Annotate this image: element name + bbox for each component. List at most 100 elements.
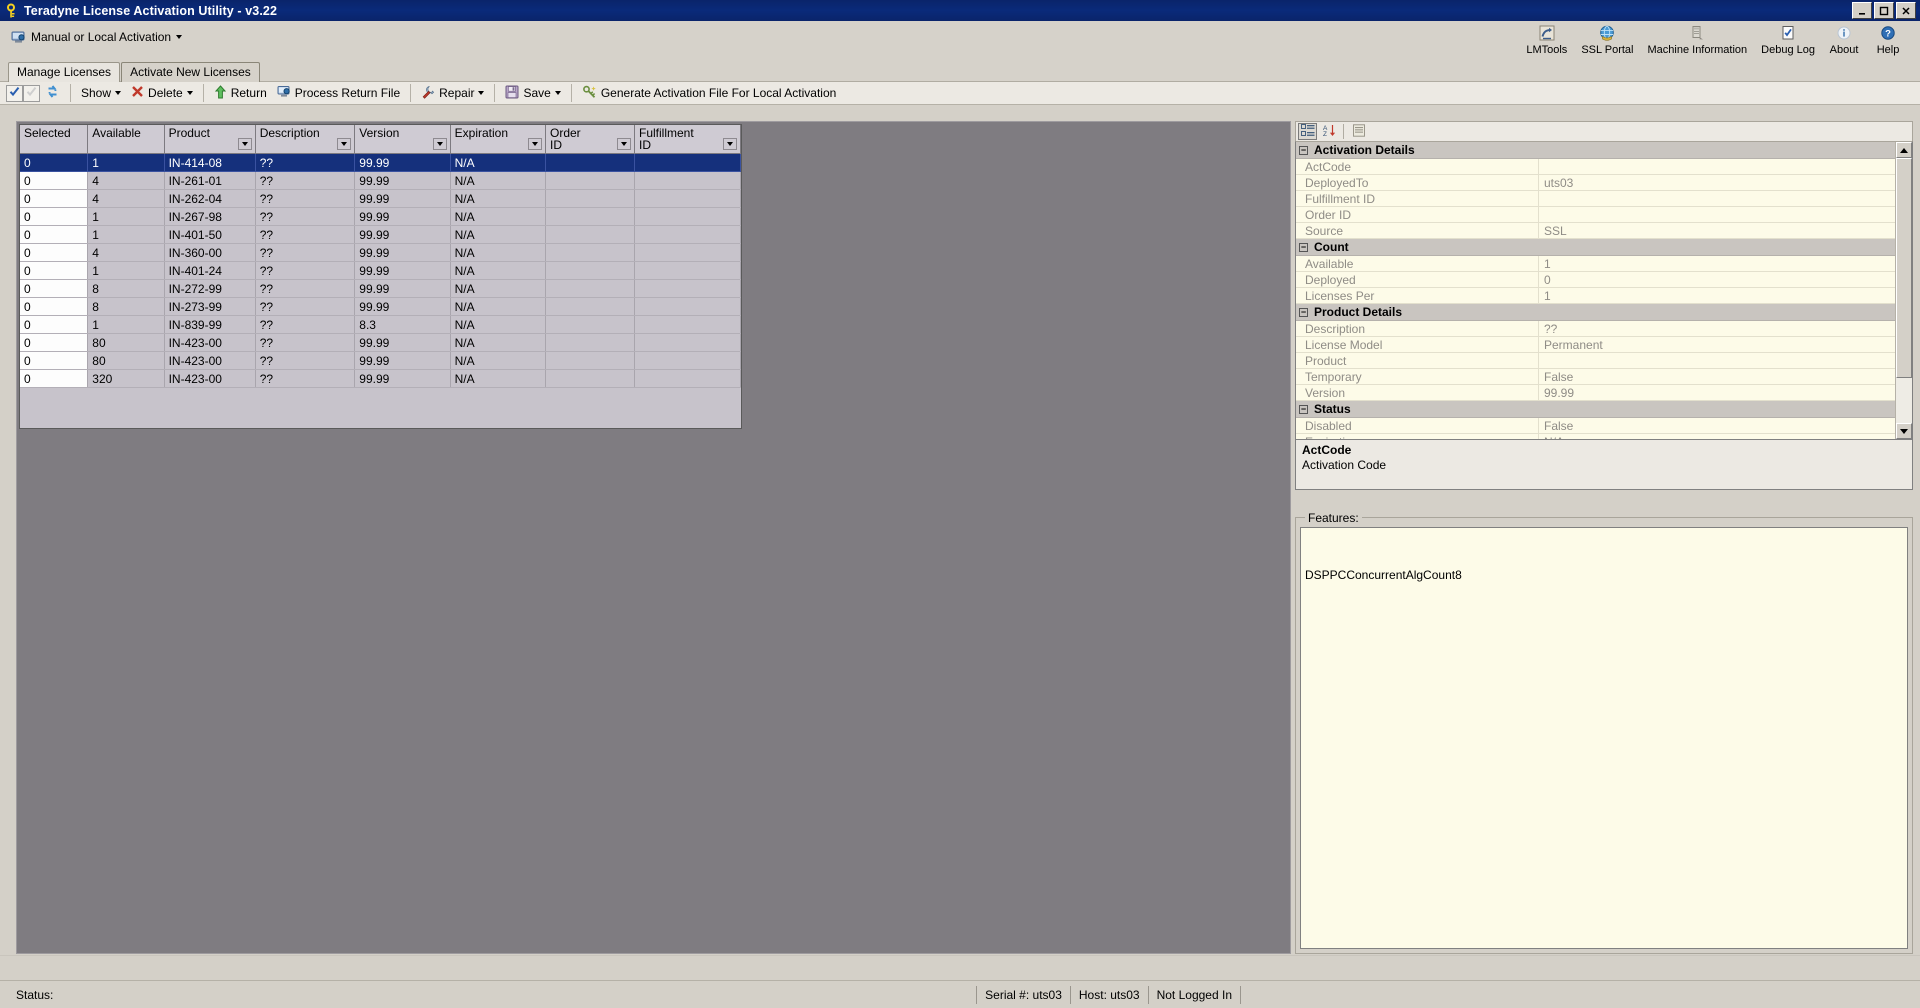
cell-order-id[interactable] (545, 207, 635, 226)
cell-available[interactable]: 8 (87, 279, 165, 298)
cell-version[interactable]: 99.99 (354, 369, 451, 388)
table-row[interactable]: 0 1 IN-401-24?? 99.99 N/A (20, 261, 741, 280)
collapse-expander-icon[interactable]: − (1299, 307, 1308, 317)
cell-order-id[interactable] (545, 261, 635, 280)
cell-fulfillment-id[interactable] (634, 207, 741, 226)
cell-selected[interactable]: 0 (20, 315, 89, 334)
property-value[interactable]: 0 (1539, 272, 1895, 288)
cell-product[interactable]: IN-423-00 (164, 333, 256, 352)
property-row[interactable]: DeployedTo uts03 (1296, 175, 1895, 191)
column-header-version[interactable]: Version (354, 125, 451, 154)
property-grid[interactable]: − Activation Details ActCode DeployedTo uts0… (1295, 141, 1913, 440)
delete-button[interactable]: Delete (126, 83, 198, 104)
cell-description[interactable]: ?? (255, 351, 356, 370)
cell-description[interactable]: ?? (255, 369, 356, 388)
cell-fulfillment-id[interactable] (634, 171, 741, 190)
table-row[interactable]: 0 8 IN-273-99?? 99.99 N/A (20, 297, 741, 316)
cell-product[interactable]: IN-360-00 (164, 243, 256, 262)
cell-available[interactable]: 8 (87, 297, 165, 316)
cell-selected[interactable]: 0 (20, 153, 89, 172)
table-row[interactable]: 0 320 IN-423-00?? 99.99 N/A (20, 369, 741, 388)
ssl-portal-button[interactable]: SSL Portal (1574, 23, 1640, 56)
cell-description[interactable]: ?? (255, 153, 356, 172)
column-header-fulfillment-id[interactable]: Fulfillment ID (634, 125, 741, 154)
license-grid[interactable]: Selected Available Product Description Versi… (19, 124, 742, 429)
cell-expiration[interactable]: N/A (450, 369, 547, 388)
cell-expiration[interactable]: N/A (450, 333, 547, 352)
cell-order-id[interactable] (545, 243, 635, 262)
tab-activate-new-licenses[interactable]: Activate New Licenses (121, 62, 260, 82)
cell-version[interactable]: 8.3 (354, 315, 451, 334)
cell-selected[interactable]: 0 (20, 171, 89, 190)
table-row[interactable]: 0 4 IN-261-01?? 99.99 N/A (20, 171, 741, 190)
uncheck-all-button[interactable] (23, 84, 40, 102)
property-value[interactable]: False (1539, 369, 1895, 385)
cell-version[interactable]: 99.99 (354, 243, 451, 262)
cell-fulfillment-id[interactable] (634, 297, 741, 316)
cell-selected[interactable]: 0 (20, 225, 89, 244)
property-value[interactable] (1539, 191, 1895, 207)
cell-available[interactable]: 1 (87, 261, 165, 280)
cell-selected[interactable]: 0 (20, 261, 89, 280)
property-row[interactable]: Disabled False (1296, 418, 1895, 434)
property-value[interactable]: 1 (1539, 288, 1895, 304)
cell-description[interactable]: ?? (255, 171, 356, 190)
cell-description[interactable]: ?? (255, 189, 356, 208)
cell-order-id[interactable] (545, 279, 635, 298)
cell-order-id[interactable] (545, 333, 635, 352)
debug-log-button[interactable]: Debug Log (1754, 23, 1822, 56)
cell-fulfillment-id[interactable] (634, 225, 741, 244)
alphabetical-sort-button[interactable]: A Z (1319, 123, 1338, 140)
property-value[interactable]: 99.99 (1539, 385, 1895, 401)
cell-available[interactable]: 1 (87, 225, 165, 244)
column-header-description[interactable]: Description (255, 125, 356, 154)
cell-expiration[interactable]: N/A (450, 171, 547, 190)
cell-version[interactable]: 99.99 (354, 261, 451, 280)
cell-expiration[interactable]: N/A (450, 261, 547, 280)
about-button[interactable]: About (1822, 23, 1866, 56)
cell-version[interactable]: 99.99 (354, 153, 451, 172)
property-row[interactable]: ExpirationN/A (1296, 434, 1895, 439)
collapse-expander-icon[interactable]: − (1299, 145, 1308, 155)
property-row[interactable]: Order ID (1296, 207, 1895, 223)
property-value[interactable] (1539, 353, 1895, 369)
cell-expiration[interactable]: N/A (450, 225, 547, 244)
cell-selected[interactable]: 0 (20, 243, 89, 262)
cell-expiration[interactable]: N/A (450, 243, 547, 262)
cell-order-id[interactable] (545, 153, 635, 172)
cell-fulfillment-id[interactable] (634, 333, 741, 352)
cell-available[interactable]: 1 (87, 153, 165, 172)
cell-description[interactable]: ?? (255, 207, 356, 226)
cell-expiration[interactable]: N/A (450, 279, 547, 298)
property-value[interactable]: False (1539, 418, 1895, 434)
property-value[interactable] (1539, 159, 1895, 175)
column-filter-dropdown[interactable] (617, 138, 631, 150)
cell-expiration[interactable]: N/A (450, 207, 547, 226)
property-row[interactable]: Product (1296, 353, 1895, 369)
cell-selected[interactable]: 0 (20, 297, 89, 316)
close-button[interactable] (1896, 2, 1916, 19)
cell-fulfillment-id[interactable] (634, 315, 741, 334)
cell-product[interactable]: IN-423-00 (164, 369, 256, 388)
property-value[interactable]: 1 (1539, 256, 1895, 272)
column-filter-dropdown[interactable] (337, 138, 352, 150)
table-row[interactable]: 0 1 IN-839-99?? 8.3 N/A (20, 315, 741, 334)
property-grid-scrollbar[interactable] (1895, 142, 1912, 439)
property-value[interactable] (1539, 207, 1895, 223)
cell-selected[interactable]: 0 (20, 333, 89, 352)
cell-fulfillment-id[interactable] (634, 351, 741, 370)
cell-product[interactable]: IN-273-99 (164, 297, 256, 316)
cell-expiration[interactable]: N/A (450, 315, 547, 334)
cell-order-id[interactable] (545, 297, 635, 316)
cell-selected[interactable]: 0 (20, 207, 89, 226)
cell-order-id[interactable] (545, 225, 635, 244)
collapse-expander-icon[interactable]: − (1299, 242, 1308, 252)
table-row[interactable]: 0 4 IN-360-00?? 99.99 N/A (20, 243, 741, 262)
cell-fulfillment-id[interactable] (634, 189, 741, 208)
cell-selected[interactable]: 0 (20, 189, 89, 208)
cell-product[interactable]: IN-261-01 (164, 171, 256, 190)
column-filter-dropdown[interactable] (237, 138, 252, 150)
column-header-selected[interactable]: Selected (20, 125, 89, 154)
categorized-view-button[interactable] (1298, 123, 1317, 140)
table-row[interactable]: 0 8 IN-272-99?? 99.99 N/A (20, 279, 741, 298)
